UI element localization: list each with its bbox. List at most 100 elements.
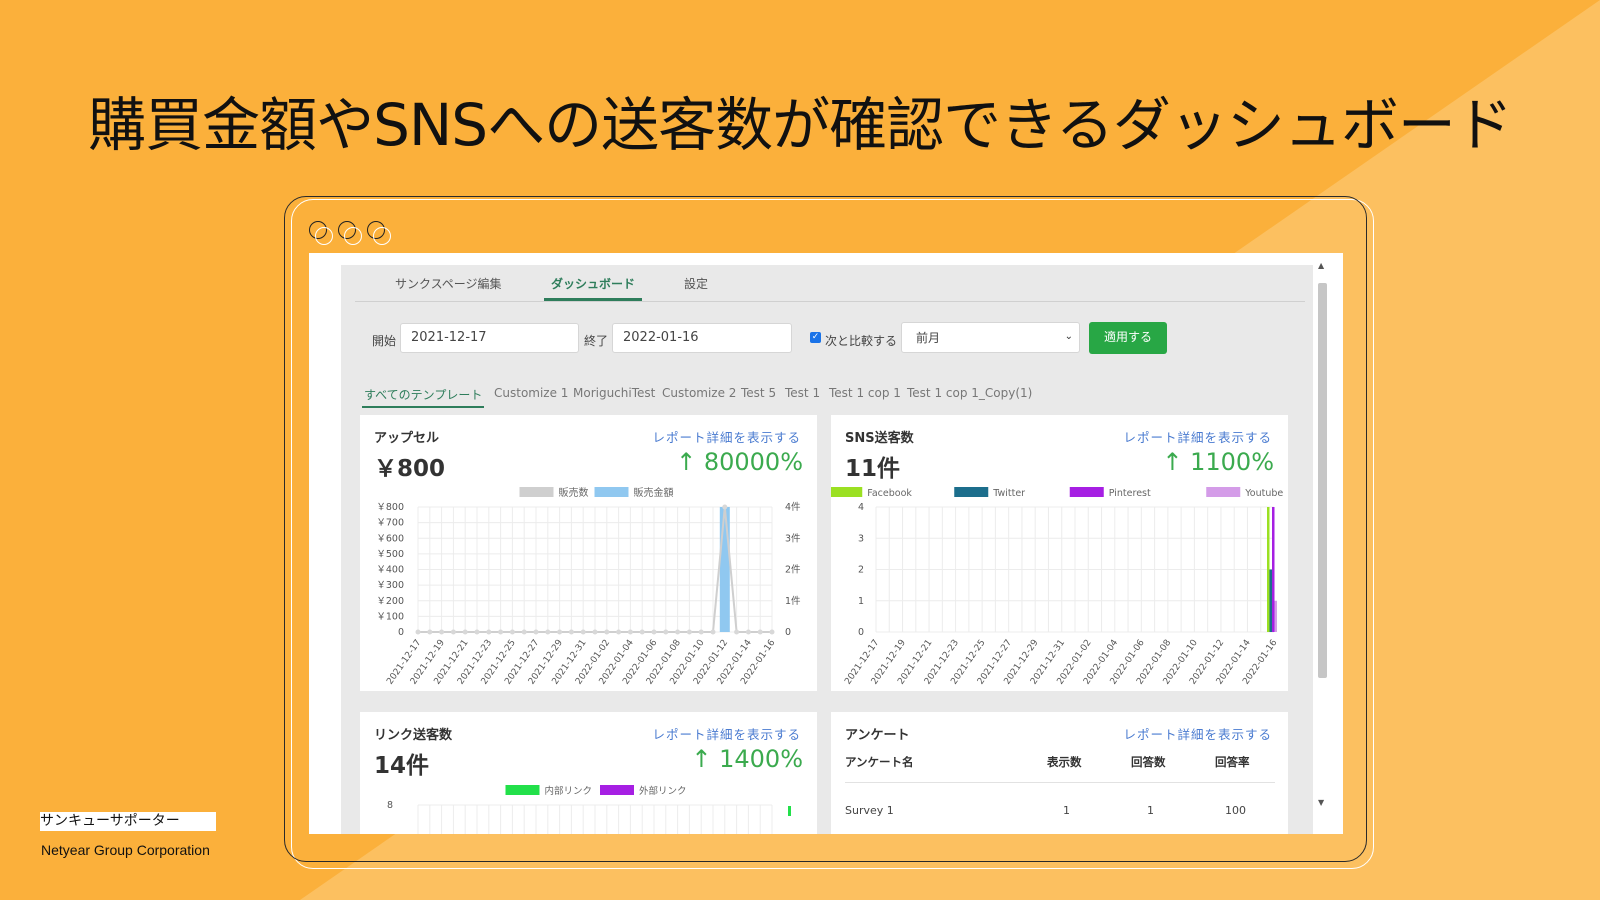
- survey-card: アンケート レポート詳細を表示する アンケート名 表示数 回答数 回答率 Sur…: [831, 712, 1288, 834]
- brand-name: サンキューサポーター: [40, 812, 216, 831]
- survey-col-name: アンケート名: [845, 755, 914, 769]
- y-right-tick: 4件: [785, 501, 801, 513]
- survey-row-views: 1: [1063, 804, 1070, 817]
- sales-count-point: [604, 629, 610, 635]
- apply-button[interactable]: 適用する: [1089, 322, 1167, 354]
- sales-count-point: [686, 629, 692, 635]
- active-tab-underline: [544, 298, 642, 301]
- template-tab[interactable]: Test 1: [785, 386, 820, 400]
- survey-title: アンケート: [845, 728, 910, 743]
- sales-count-point: [734, 629, 740, 635]
- brand-company: Netyear Group Corporation: [41, 842, 210, 858]
- chevron-down-icon: ⌄: [1064, 331, 1073, 342]
- legend-label: 販売数: [559, 486, 589, 499]
- compare-period-select[interactable]: 前月 ⌄: [901, 322, 1080, 353]
- sales-count-point: [580, 629, 586, 635]
- sales-count-point: [427, 629, 433, 635]
- dashboard-app: サンクスページ編集 ダッシュボード 設定 開始 2021-12-17 終了 20…: [341, 265, 1313, 834]
- y-left-tick: ￥200: [376, 596, 404, 607]
- compare-label: 次と比較する: [825, 334, 898, 348]
- template-tab[interactable]: Customize 1: [494, 386, 568, 400]
- link-card: リンク送客数 レポート詳細を表示する 14件 ↑ 1400% 内部リンク 外部リン…: [360, 712, 817, 834]
- survey-report-link[interactable]: レポート詳細を表示する: [1123, 724, 1272, 743]
- sales-count-point: [639, 629, 645, 635]
- y-left-tick: 0: [398, 627, 404, 638]
- legend-swatch: [831, 487, 863, 497]
- start-label: 開始: [372, 334, 397, 348]
- legend-swatch: [600, 785, 634, 795]
- tab-dashboard[interactable]: ダッシュボード: [551, 275, 635, 292]
- sales-count-point: [745, 629, 751, 635]
- compare-period-value: 前月: [916, 331, 941, 345]
- y-right-tick: 1件: [785, 595, 801, 607]
- sales-count-point: [722, 504, 728, 510]
- y-left-tick: ￥800: [376, 502, 404, 513]
- template-tab-all[interactable]: すべてのテンプレート: [364, 386, 482, 403]
- y-tick: 2: [858, 565, 864, 576]
- start-date-input[interactable]: 2021-12-17: [400, 323, 579, 353]
- survey-col-answers: 回答数: [1131, 755, 1166, 769]
- y-right-tick: 2件: [785, 564, 801, 576]
- end-label: 終了: [584, 334, 609, 348]
- sales-count-point: [450, 629, 456, 635]
- sales-count-point: [675, 629, 681, 635]
- template-tab[interactable]: Test 1 cop 1_Copy(1): [907, 386, 1032, 400]
- sales-count-point: [568, 629, 574, 635]
- y-left-tick: ￥400: [376, 565, 404, 576]
- compare-checkbox[interactable]: ✓: [810, 332, 821, 343]
- main-tabs: サンクスページ編集 ダッシュボード 設定: [355, 265, 1305, 302]
- y-right-tick: 0: [785, 627, 791, 638]
- y-left-tick: ￥700: [376, 518, 404, 529]
- sns-chart: Facebook Twitter Pinterest Youtube012342021…: [831, 487, 1283, 687]
- template-tab[interactable]: Customize 2: [662, 386, 736, 400]
- upsell-chart: 販売数 販売金額 0 ￥100 ￥200 ￥300 ￥400 ￥500 ￥600 ￥700 ￥800…: [376, 486, 801, 687]
- y-left-tick: ￥600: [376, 533, 404, 544]
- scrollbar-thumb[interactable]: [1318, 283, 1327, 678]
- legend-label: Youtube: [1244, 488, 1283, 499]
- sales-count-point: [509, 629, 515, 635]
- upsell-card: アップセル レポート詳細を表示する ￥800 ↑ 80000% 販売数 販売金額 0…: [360, 415, 817, 691]
- template-tab[interactable]: Test 1 cop 1: [829, 386, 901, 400]
- window-dot-shadow-icon: [344, 227, 362, 245]
- legend-swatch: [1206, 487, 1241, 497]
- legend-label: Twitter: [992, 488, 1025, 499]
- y-tick: 4: [858, 502, 864, 513]
- internal-link-bar: [788, 806, 791, 816]
- legend-label: 販売金額: [634, 486, 674, 499]
- scroll-down-icon[interactable]: ▼: [1318, 798, 1324, 807]
- y-left-tick: ￥500: [376, 549, 404, 560]
- scrollbar[interactable]: ▲ ▼: [1315, 261, 1329, 831]
- y-tick: 0: [858, 627, 864, 638]
- legend-swatch: [594, 487, 629, 497]
- legend-label: Pinterest: [1109, 488, 1151, 499]
- sns-card: SNS送客数 レポート詳細を表示する 11件 ↑ 1100% Facebook T…: [831, 415, 1288, 691]
- y-left-tick: ￥100: [376, 611, 404, 622]
- page-headline: 購買金額やSNSへの送客数が確認できるダッシュボード: [88, 91, 1513, 159]
- legend-swatch: [505, 785, 540, 795]
- sales-count-point: [698, 629, 704, 635]
- scroll-up-icon[interactable]: ▲: [1318, 261, 1324, 270]
- y-right-tick: 3件: [785, 532, 801, 544]
- sales-count-point: [545, 629, 551, 635]
- legend-swatch: [954, 487, 989, 497]
- survey-col-rate: 回答率: [1215, 755, 1250, 769]
- sales-amount-bar: [719, 507, 730, 632]
- sales-count-point: [651, 629, 657, 635]
- sales-count-point: [486, 629, 492, 635]
- survey-header-divider: [845, 782, 1275, 783]
- survey-col-views: 表示数: [1047, 755, 1082, 769]
- end-date-input[interactable]: 2022-01-16: [612, 323, 792, 353]
- template-tab[interactable]: Test 5: [741, 386, 776, 400]
- survey-row-name[interactable]: Survey 1: [845, 804, 894, 817]
- sales-count-point: [592, 629, 598, 635]
- sales-count-point: [616, 629, 622, 635]
- template-tab[interactable]: MoriguchiTest: [573, 386, 655, 400]
- sales-count-point: [557, 629, 563, 635]
- tab-thanks-page-edit[interactable]: サンクスページ編集: [395, 275, 502, 292]
- sales-count-point: [521, 629, 527, 635]
- sales-count-point: [533, 629, 539, 635]
- tab-settings[interactable]: 設定: [684, 275, 708, 292]
- link-chart: 内部リンク 外部リンク 8: [387, 785, 791, 834]
- y-left-tick: ￥300: [376, 580, 404, 591]
- sales-count-point: [663, 629, 669, 635]
